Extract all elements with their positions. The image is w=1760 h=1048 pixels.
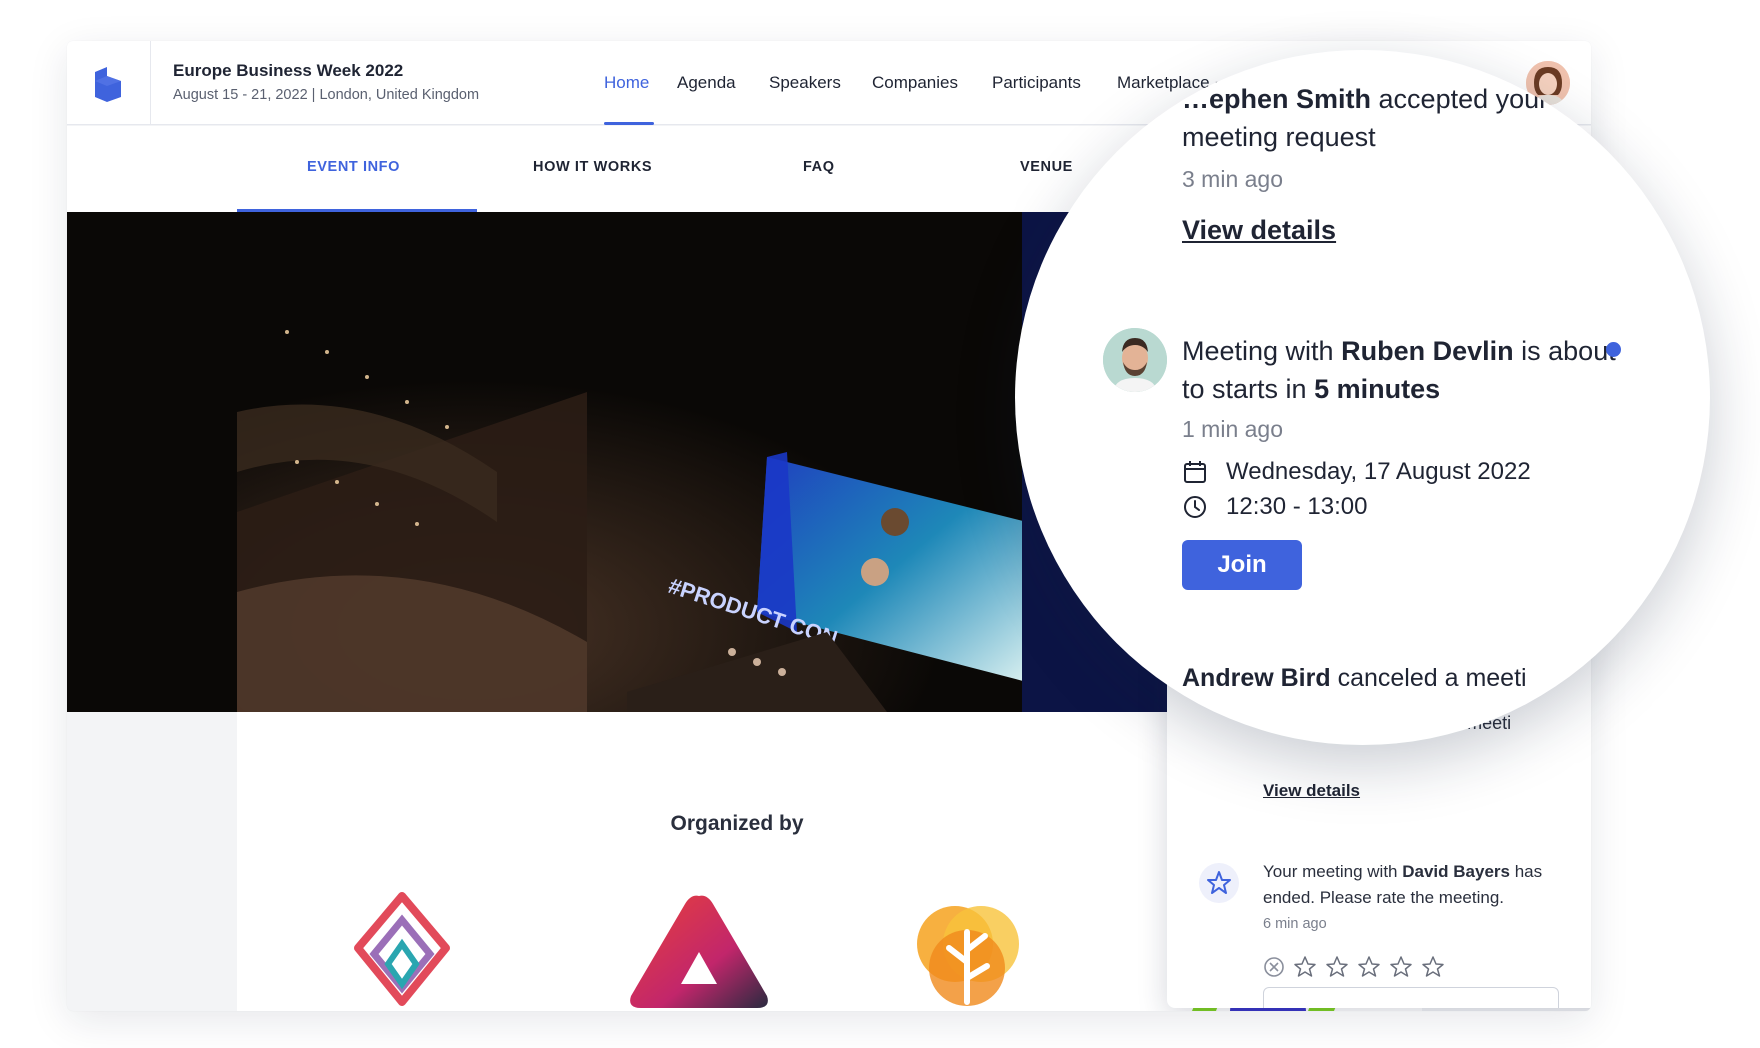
nav-participants[interactable]: Participants (992, 73, 1081, 93)
organized-by-heading: Organized by (670, 812, 804, 835)
star-icon[interactable] (1325, 955, 1349, 979)
ruben-devlin-avatar (1103, 328, 1167, 392)
notification-3-view-details[interactable]: View details (1263, 781, 1360, 801)
meeting-time: 12:30 - 13:00 (1226, 493, 1368, 520)
notification-2-unread-dot (1606, 342, 1621, 357)
notification-2-line2-bold: 5 minutes (1314, 374, 1441, 404)
notification-2-prefix: Meeting with (1182, 336, 1334, 366)
join-button[interactable]: Join (1182, 540, 1302, 590)
notification-2-time: 1 min ago (1182, 416, 1284, 442)
notification-2-name: Ruben Devlin (1341, 336, 1514, 366)
organizer-logo-2[interactable] (627, 892, 772, 1011)
tab-how-it-works[interactable]: HOW IT WORKS (533, 159, 652, 175)
notification-4-suffix: has (1514, 862, 1543, 881)
notification-1-line2: meeting request (1182, 122, 1376, 152)
star-icon[interactable] (1389, 955, 1413, 979)
nav-active-indicator (604, 122, 654, 125)
notification-1-view-details[interactable]: View details (1182, 215, 1336, 246)
hero-photo: #PRODUCT CON (67, 212, 1022, 712)
meeting-time-row: 12:30 - 13:00 (1182, 493, 1367, 521)
notification-2-mid: is about (1521, 336, 1616, 366)
notification-2-line2: to starts in 5 minutes (1182, 370, 1440, 409)
notification-3-zoom-text: canceled a meeti (1337, 664, 1527, 692)
notification-2-line1: Meeting with Ruben Devlin is about (1182, 332, 1616, 371)
notification-4-prefix: Your meeting with (1263, 862, 1398, 881)
brand-logo[interactable] (67, 41, 151, 125)
close-circle-icon[interactable] (1263, 956, 1285, 978)
nav-speakers[interactable]: Speakers (769, 73, 841, 93)
notification-1-time: 3 min ago (1182, 166, 1284, 192)
calendar-icon (1184, 461, 1206, 483)
notification-3-zoom-line: Andrew Bird canceled a meeti (1182, 660, 1527, 696)
organizer-logo-3[interactable] (907, 892, 1027, 1011)
star-icon[interactable] (1421, 955, 1445, 979)
notification-2-line2-prefix: to starts in (1182, 374, 1307, 404)
star-icon[interactable] (1293, 955, 1317, 979)
hero-image: #PRODUCT CON (67, 212, 1022, 712)
meeting-date: Wednesday, 17 August 2022 (1226, 458, 1531, 485)
nav-home[interactable]: Home (604, 73, 649, 93)
rating-comment-input[interactable] (1263, 987, 1559, 1008)
notification-4-line2: ended. Please rate the meeting. (1263, 888, 1504, 907)
notification-3-zoom-name: Andrew Bird (1182, 664, 1331, 692)
star-icon[interactable] (1357, 955, 1381, 979)
rating-badge (1199, 863, 1239, 903)
brand-logo-icon (95, 67, 121, 102)
notification-4-line1: Your meeting with David Bayers has (1263, 862, 1542, 882)
notification-1-text: accepted your (1378, 84, 1549, 114)
tab-faq[interactable]: FAQ (803, 159, 835, 175)
notification-1-line1: …ephen Smith accepted your (1182, 80, 1548, 119)
tab-event-info[interactable]: EVENT INFO (307, 159, 400, 175)
notification-4-name: David Bayers (1402, 862, 1510, 881)
notification-4-time: 6 min ago (1263, 916, 1327, 932)
rating-stars (1263, 955, 1445, 979)
nav-agenda[interactable]: Agenda (677, 73, 736, 93)
magnified-notification: …ephen Smith accepted your meeting reque… (1015, 50, 1710, 745)
notification-1-name: …ephen Smith (1182, 84, 1372, 114)
meeting-date-row: Wednesday, 17 August 2022 (1182, 458, 1531, 486)
nav-companies[interactable]: Companies (872, 73, 958, 93)
avatar-image (1103, 328, 1167, 392)
star-icon (1207, 871, 1231, 894)
clock-icon (1184, 496, 1206, 518)
tab-venue[interactable]: VENUE (1020, 159, 1073, 175)
event-title: Europe Business Week 2022 (173, 61, 404, 80)
organizer-logo-1[interactable] (352, 892, 452, 1007)
event-subtitle: August 15 - 21, 2022 | London, United Ki… (173, 87, 480, 103)
